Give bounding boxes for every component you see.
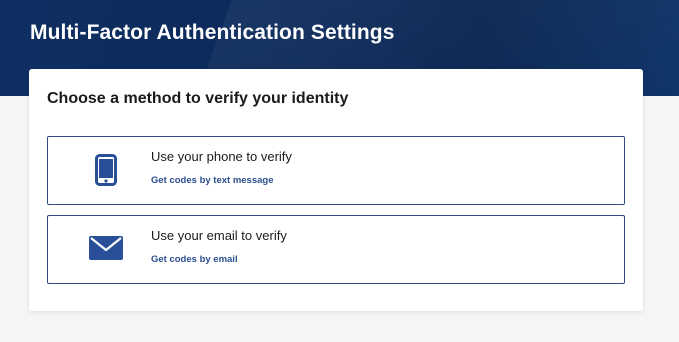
smartphone-icon: [88, 150, 124, 190]
phone-option-title: Use your phone to verify: [151, 149, 292, 164]
envelope-icon: [88, 228, 124, 268]
email-option-title: Use your email to verify: [151, 228, 287, 243]
phone-option-subtitle: Get codes by text message: [151, 175, 274, 186]
verification-method-card: Choose a method to verify your identity …: [29, 69, 643, 311]
email-option-subtitle: Get codes by email: [151, 254, 238, 265]
page-title: Multi-Factor Authentication Settings: [30, 21, 395, 44]
email-verify-option[interactable]: Use your email to verify Get codes by em…: [47, 215, 625, 284]
card-heading: Choose a method to verify your identity: [47, 90, 349, 107]
phone-verify-option[interactable]: Use your phone to verify Get codes by te…: [47, 136, 625, 205]
